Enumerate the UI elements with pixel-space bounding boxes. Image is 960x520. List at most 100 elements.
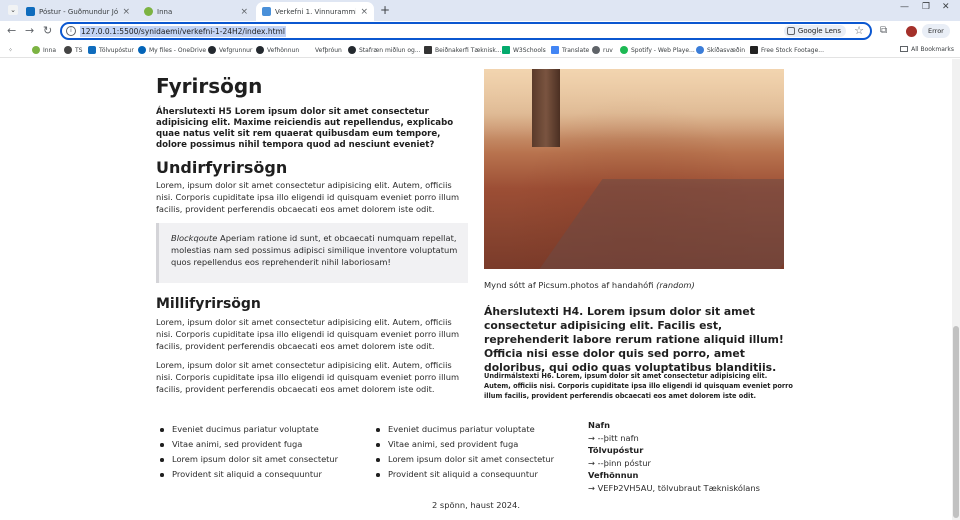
- site-info-icon[interactable]: i: [66, 26, 76, 36]
- bookmark-label: Vefhönnun: [267, 46, 300, 54]
- section-heading: Millifyrirsögn: [156, 296, 261, 312]
- bookmark-mail[interactable]: Tölvupóstur: [88, 44, 134, 56]
- bookmark-stafraen[interactable]: Stafræn miðlun og...: [348, 44, 421, 56]
- autumn-photo: [484, 69, 784, 269]
- definition-desc: → VEFÞ2VH5AU, tölvubraut Tækniskólans: [588, 482, 760, 493]
- tab-mail[interactable]: Póstur - Guðmundur Jón Guðjó ×: [20, 2, 136, 21]
- bookmark-label: My files - OneDrive: [149, 46, 207, 54]
- close-icon[interactable]: ×: [122, 7, 130, 17]
- list-item: Eveniet ducimus pariatur voluptate: [156, 422, 338, 437]
- ticket-icon: [424, 46, 432, 54]
- bookmark-translate[interactable]: Translate: [551, 44, 589, 56]
- h4-emphasis: Áherslutexti H4. Lorem ipsum dolor sit a…: [484, 305, 784, 374]
- address-bar[interactable]: i 127.0.0.1:5500/synidaemi/verkefni-1-24…: [60, 22, 872, 40]
- github-icon: [348, 46, 356, 54]
- avatar[interactable]: [906, 26, 917, 37]
- bookmark-label: Tölvupóstur: [99, 46, 134, 54]
- bullet-list-2: Eveniet ducimus pariatur voluptate Vitae…: [372, 422, 554, 482]
- paragraph-1: Lorem, ipsum dolor sit amet consectetur …: [156, 180, 460, 214]
- bookmark-label: W3Schools: [513, 46, 546, 54]
- outlook-icon: [26, 7, 35, 16]
- ruv-icon: [592, 46, 600, 54]
- h5-emphasis: Áherslutexti H5 Lorem ipsum dolor sit am…: [156, 107, 454, 150]
- page-footer: 2 spönn, haust 2024.: [432, 500, 520, 510]
- bullet-list-1: Eveniet ducimus pariatur voluptate Vitae…: [156, 422, 338, 482]
- forward-icon[interactable]: →: [25, 24, 34, 38]
- bookmark-ruv[interactable]: ruv: [592, 44, 613, 56]
- paragraph-2: Lorem, ipsum dolor sit amet consectetur …: [156, 317, 460, 351]
- photo-caption: Mynd sótt af Picsum.photos af handahófi …: [484, 280, 695, 290]
- bookmark-stock-footage[interactable]: Free Stock Footage...: [750, 44, 824, 56]
- bookmark-label: Stafræn miðlun og...: [359, 46, 421, 54]
- lens-icon: [786, 27, 795, 35]
- ski-icon: [696, 46, 704, 54]
- back-icon[interactable]: ←: [7, 24, 16, 38]
- definition-term: Nafn: [588, 420, 611, 430]
- tree-trunk: [532, 69, 560, 147]
- restore-icon[interactable]: ❐: [922, 2, 930, 12]
- bookmark-label: Vefþróun: [315, 46, 342, 54]
- apps-icon[interactable]: ⁘: [8, 44, 13, 56]
- google-lens-button[interactable]: Google Lens: [783, 25, 846, 37]
- list-item: Lorem ipsum dolor sit amet consectetur: [372, 452, 554, 467]
- bookmark-inna[interactable]: Inna: [32, 44, 56, 56]
- browser-toolbar: ← → ↻ i 127.0.0.1:5500/synidaemi/verkefn…: [0, 21, 960, 42]
- bookmark-label: TS: [75, 46, 83, 54]
- bookmark-label: Spotify - Web Playe...: [631, 46, 695, 54]
- bookmark-skidasvaedin[interactable]: Skíðasvæðin: [696, 44, 745, 56]
- subheading: Undirfyrirsögn: [156, 158, 288, 177]
- tab-verkefni[interactable]: Verkefni 1. Vinnurammi ×: [256, 2, 374, 21]
- list-item: Lorem ipsum dolor sit amet consectetur: [156, 452, 338, 467]
- tab-title: Póstur - Guðmundur Jón Guðjó: [39, 7, 119, 16]
- reload-icon[interactable]: ↻: [43, 24, 52, 38]
- all-bookmarks-button[interactable]: All Bookmarks: [900, 44, 954, 56]
- new-tab-icon[interactable]: +: [380, 3, 390, 17]
- bookmark-w3schools[interactable]: W3Schools: [502, 44, 546, 56]
- bookmark-label: Free Stock Footage...: [761, 46, 824, 54]
- list-item: Provident sit aliquid a consequuntur: [372, 467, 554, 482]
- minimize-icon[interactable]: —: [900, 2, 909, 12]
- caption-text: Mynd sótt af Picsum.photos af handahófi: [484, 280, 657, 290]
- scrollbar-thumb[interactable]: [953, 326, 959, 518]
- spotify-icon: [620, 46, 628, 54]
- bookmark-star-icon[interactable]: ☆: [854, 24, 864, 38]
- page-icon: [262, 7, 271, 16]
- bookmark-spotify[interactable]: Spotify - Web Playe...: [620, 44, 695, 56]
- bookmark-vefthroun[interactable]: Vefþróun: [304, 44, 342, 56]
- list-item: Vitae animi, sed provident fuga: [372, 437, 554, 452]
- definition-list: Nafn → --þitt nafn Tölvupóstur → --þinn …: [588, 419, 760, 495]
- github-icon: [256, 46, 264, 54]
- bookmark-vefgrunnur[interactable]: Vefgrunnur: [208, 44, 252, 56]
- paragraph-3: Lorem, ipsum dolor sit amet consectetur …: [156, 360, 460, 394]
- bookmark-onedrive[interactable]: My files - OneDrive: [138, 44, 206, 56]
- inna-icon: [32, 46, 40, 54]
- page-icon: [304, 46, 312, 54]
- definition-desc: → --þitt nafn: [588, 432, 639, 443]
- close-icon[interactable]: ×: [240, 7, 248, 17]
- w3schools-icon: [502, 46, 510, 54]
- tab-strip: ⌄ Póstur - Guðmundur Jón Guðjó × Inna × …: [0, 0, 960, 21]
- bookmark-beidnakerfi[interactable]: Beiðnakerfi Tæknisk...: [424, 44, 502, 56]
- blockquote: Blockqoute Aperiam ratione id sunt, et o…: [156, 223, 468, 283]
- photo-haze: [484, 69, 784, 139]
- extensions-icon[interactable]: ⧉: [880, 25, 887, 36]
- url-text[interactable]: 127.0.0.1:5500/synidaemi/verkefni-1-24H2…: [80, 25, 286, 37]
- github-icon: [208, 46, 216, 54]
- lens-label: Google Lens: [797, 27, 841, 35]
- tab-inna[interactable]: Inna ×: [138, 2, 254, 21]
- bookmark-ts[interactable]: TS: [64, 44, 82, 56]
- list-item: Provident sit aliquid a consequuntur: [156, 467, 338, 482]
- page-title: Fyrirsögn: [156, 74, 263, 98]
- error-button[interactable]: Error: [922, 24, 950, 38]
- bookmarks-bar: ⁘ Inna TS Tölvupóstur My files - OneDriv…: [0, 42, 960, 58]
- bookmark-label: Skíðasvæðin: [707, 46, 746, 54]
- tab-search-icon[interactable]: ⌄: [8, 5, 18, 15]
- bookmark-label: Vefgrunnur: [219, 46, 253, 54]
- folder-icon: [900, 46, 909, 52]
- close-window-icon[interactable]: ✕: [942, 2, 950, 12]
- close-icon[interactable]: ×: [360, 7, 368, 17]
- list-item: Eveniet ducimus pariatur voluptate: [372, 422, 554, 437]
- page-viewport: Fyrirsögn Áherslutexti H5 Lorem ipsum do…: [0, 59, 952, 520]
- film-icon: [750, 46, 758, 54]
- bookmark-vefhonnun[interactable]: Vefhönnun: [256, 44, 299, 56]
